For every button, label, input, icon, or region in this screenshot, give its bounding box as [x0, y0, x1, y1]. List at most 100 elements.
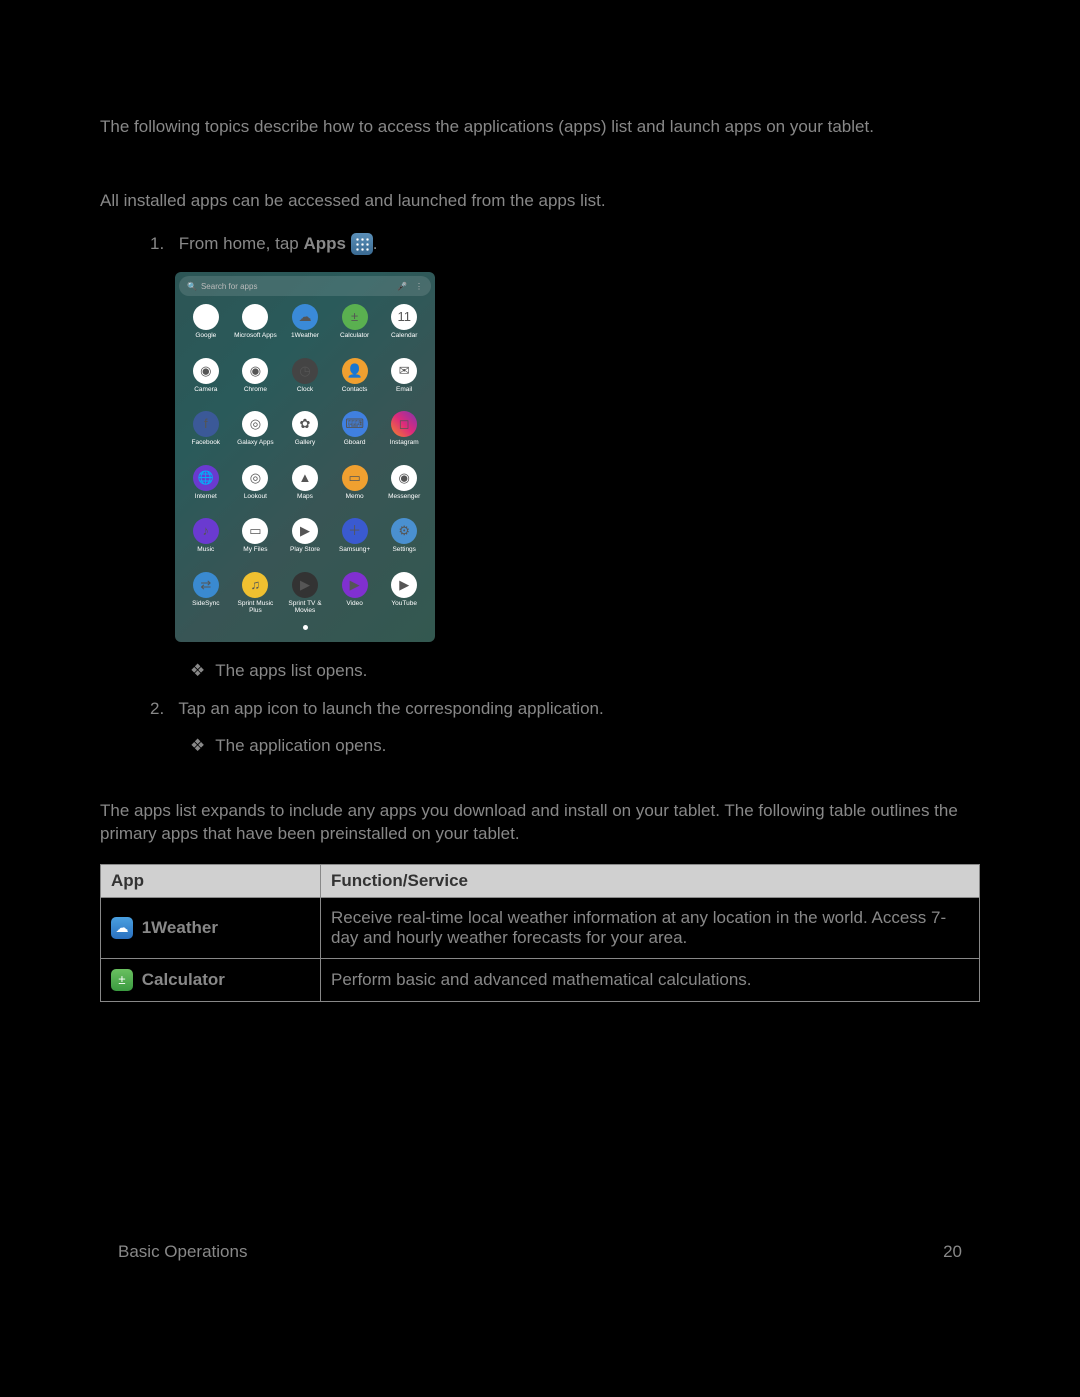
- page-footer: Basic Operations 20: [118, 1242, 962, 1262]
- app-icon: ▶: [292, 518, 318, 544]
- app-icon: 11: [391, 304, 417, 330]
- app-name-cell: ± Calculator: [101, 959, 321, 1002]
- table-row: ± CalculatorPerform basic and advanced m…: [101, 959, 980, 1002]
- app-cell: ◉Messenger: [381, 465, 427, 500]
- app-icon: ▭: [242, 518, 268, 544]
- app-icon: [193, 304, 219, 330]
- search-icon: 🔍: [187, 282, 197, 291]
- app-icon: ⌨: [342, 411, 368, 437]
- app-icon: ▶: [292, 572, 318, 598]
- mic-icon: 🎤: [397, 282, 407, 291]
- app-label: Google: [183, 332, 229, 339]
- app-icon: 🌐: [193, 465, 219, 491]
- footer-page-number: 20: [943, 1242, 962, 1262]
- app-label: Contacts: [332, 386, 378, 393]
- bullet-icon: ❖: [190, 736, 205, 755]
- app-cell: ☁1Weather: [282, 304, 328, 339]
- app-icon: ☁: [292, 304, 318, 330]
- app-icon: f: [193, 411, 219, 437]
- app-label: Email: [381, 386, 427, 393]
- app-cell: ◷Clock: [282, 358, 328, 393]
- app-cell: ＋Samsung+: [332, 518, 378, 553]
- app-function-cell: Receive real-time local weather informat…: [321, 898, 980, 959]
- step-1-number: 1.: [150, 231, 174, 257]
- app-icon: [242, 304, 268, 330]
- app-icon: ◎: [242, 411, 268, 437]
- apps-table: App Function/Service ☁ 1WeatherReceive r…: [100, 864, 980, 1002]
- app-icon: ⚙: [391, 518, 417, 544]
- app-cell: ⚙ Settings: [381, 518, 427, 553]
- app-icon-grid: Google Microsoft Apps☁1Weather ± Calculator…: [179, 296, 431, 623]
- footer-section-name: Basic Operations: [118, 1242, 247, 1262]
- app-cell: f Facebook: [183, 411, 229, 446]
- app-icon: ◉: [391, 465, 417, 491]
- step-2-result-text: The application opens.: [215, 736, 386, 755]
- app-cell: 👤Contacts: [332, 358, 378, 393]
- app-cell: ▶ Sprint TV & Movies: [282, 572, 328, 614]
- app-icon: ◎: [242, 465, 268, 491]
- app-icon: ▶: [391, 572, 417, 598]
- app-label: Settings: [381, 546, 427, 553]
- app-cell: ♫ Sprint Music Plus: [233, 572, 279, 614]
- th-app: App: [101, 865, 321, 898]
- app-icon: ◻: [391, 411, 417, 437]
- app-cell: ▶ Play Store: [282, 518, 328, 553]
- app-label: Facebook: [183, 439, 229, 446]
- app-cell: Microsoft Apps: [233, 304, 279, 339]
- app-label: Internet: [183, 493, 229, 500]
- app-cell: 11 Calendar: [381, 304, 427, 339]
- app-label: SideSync: [183, 600, 229, 607]
- app-label: Galaxy Apps: [233, 439, 279, 446]
- app-cell: ✉ Email: [381, 358, 427, 393]
- tablet-screenshot: 🔍 Search for apps 🎤 ⋮ Google Microsoft Ap…: [175, 272, 980, 642]
- step-2-text: Tap an app icon to launch the correspond…: [178, 699, 603, 718]
- app-label: Lookout: [233, 493, 279, 500]
- app-label: Video: [332, 600, 378, 607]
- intro-paragraph: The following topics describe how to acc…: [100, 115, 980, 139]
- app-cell: ▶ Video: [332, 572, 378, 607]
- app-cell: ▶ YouTube: [381, 572, 427, 607]
- app-label: Music: [183, 546, 229, 553]
- step-1-period: .: [373, 234, 378, 253]
- app-label: Calculator: [332, 332, 378, 339]
- step-1-text-a: From home, tap: [179, 234, 304, 253]
- app-label: Memo: [332, 493, 378, 500]
- app-icon: ♫: [242, 572, 268, 598]
- app-function-cell: Perform basic and advanced mathematical …: [321, 959, 980, 1002]
- app-cell: ⇄SideSync: [183, 572, 229, 607]
- search-bar: 🔍 Search for apps 🎤 ⋮: [179, 276, 431, 296]
- app-icon: ▭: [342, 465, 368, 491]
- app-label: Play Store: [282, 546, 328, 553]
- search-placeholder: Search for apps: [201, 282, 257, 291]
- app-label: Chrome: [233, 386, 279, 393]
- app-label: Sprint TV & Movies: [282, 600, 328, 614]
- step-1-apps-word: Apps: [303, 234, 346, 253]
- app-cell: Google: [183, 304, 229, 339]
- app-icon: ✿: [292, 411, 318, 437]
- bullet-icon: ❖: [190, 661, 205, 680]
- apps-list-intro: The apps list expands to include any app…: [100, 799, 980, 847]
- app-cell: ◉Chrome: [233, 358, 279, 393]
- app-label: Calendar: [381, 332, 427, 339]
- app-cell: ⌨Gboard: [332, 411, 378, 446]
- app-label: Sprint Music Plus: [233, 600, 279, 614]
- app-label: Maps: [282, 493, 328, 500]
- app-cell: 🌐 Internet: [183, 465, 229, 500]
- app-cell: ▲Maps: [282, 465, 328, 500]
- app-icon: ◉: [193, 358, 219, 384]
- menu-icon: ⋮: [415, 282, 423, 291]
- app-label: Instagram: [381, 439, 427, 446]
- step-2-number: 2.: [150, 696, 174, 722]
- app-label: YouTube: [381, 600, 427, 607]
- app-icon: ±: [342, 304, 368, 330]
- apps-grid-icon: [351, 233, 373, 255]
- th-function: Function/Service: [321, 865, 980, 898]
- app-icon: ▶: [342, 572, 368, 598]
- step-2: 2. Tap an app icon to launch the corresp…: [150, 696, 980, 722]
- app-cell: ▭ Memo: [332, 465, 378, 500]
- app-icon: ✉: [391, 358, 417, 384]
- app-label: Samsung+: [332, 546, 378, 553]
- app-cell: ◎ Lookout: [233, 465, 279, 500]
- app-cell: ◎ Galaxy Apps: [233, 411, 279, 446]
- app-row-icon: ±: [111, 969, 133, 991]
